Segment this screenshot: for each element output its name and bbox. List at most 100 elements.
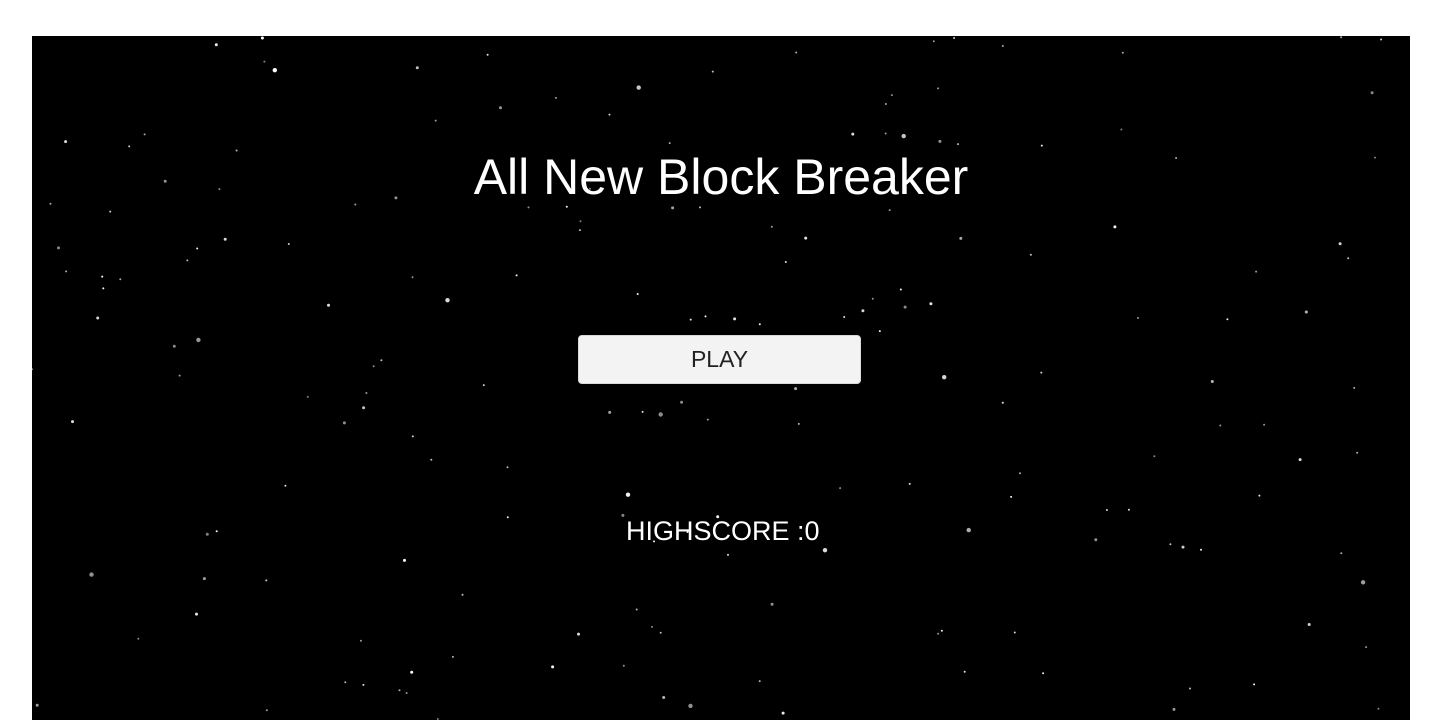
star [64,140,68,144]
star [608,410,612,414]
game-canvas: All New Block Breaker PLAY HIGHSCORE :0 [32,36,1410,720]
star [306,395,309,398]
star [899,288,902,291]
star [1365,646,1368,649]
star [102,287,105,290]
star [727,553,729,556]
page: All New Block Breaker PLAY HIGHSCORE :0 [0,0,1440,720]
star [499,106,502,110]
star [284,484,287,487]
star [96,316,100,320]
star [344,681,347,684]
highscore-label: HIGHSCORE :0 [626,516,820,546]
star [1153,455,1156,458]
star [1137,316,1139,319]
star [635,608,638,611]
star [1200,548,1202,551]
star [878,330,881,333]
star [551,665,555,669]
star [932,40,935,43]
star [794,387,798,391]
star [265,709,268,712]
star [1094,538,1098,542]
star [565,205,568,208]
star [901,133,906,139]
star [884,132,887,135]
star [888,209,891,212]
star [871,297,874,300]
star [1010,495,1013,498]
star [711,70,714,73]
star [1169,543,1172,546]
star [71,420,74,424]
star [641,410,644,413]
star [1253,683,1256,686]
star [101,275,104,278]
star [1258,494,1261,497]
star [506,466,509,469]
star [178,374,181,377]
star [706,418,709,421]
star [287,243,290,245]
star [940,629,943,632]
star [579,220,582,223]
star [486,53,489,56]
star [839,487,842,490]
star [434,119,437,122]
star [770,602,774,606]
star [445,298,450,303]
star [680,400,684,404]
star [327,303,330,307]
star [263,60,266,63]
star [365,392,368,394]
star [963,670,966,673]
star [622,664,625,667]
star [1356,451,1359,454]
star [578,229,581,232]
star [577,632,580,636]
star [1255,270,1258,273]
star [359,639,362,642]
star [205,532,209,536]
star [215,530,218,533]
star [903,305,907,309]
star [403,558,406,562]
star [196,247,199,250]
star [430,458,433,461]
star [804,236,808,240]
star [953,37,956,39]
play-button[interactable]: PLAY [578,335,861,384]
star [625,492,631,497]
star [1338,242,1342,246]
star [482,384,485,387]
star [1001,401,1004,404]
star [1340,552,1343,555]
star [372,365,375,368]
star [959,236,963,240]
star [658,412,663,417]
star [119,278,122,281]
game-title: All New Block Breaker [473,149,969,205]
star [770,225,773,228]
star [966,527,971,533]
star [688,703,693,709]
star [1377,707,1380,710]
star [405,692,408,694]
star [636,293,639,295]
star [795,51,798,54]
star [699,206,701,209]
star [506,516,509,519]
star [1121,51,1124,54]
star [137,637,140,640]
star [942,375,947,380]
star [1013,631,1016,634]
star [890,94,893,97]
star [223,237,227,241]
star [1019,472,1021,475]
star [32,368,34,371]
star [1029,253,1032,256]
star [196,337,201,343]
star [451,655,454,658]
star [1304,310,1308,314]
star [621,513,625,517]
